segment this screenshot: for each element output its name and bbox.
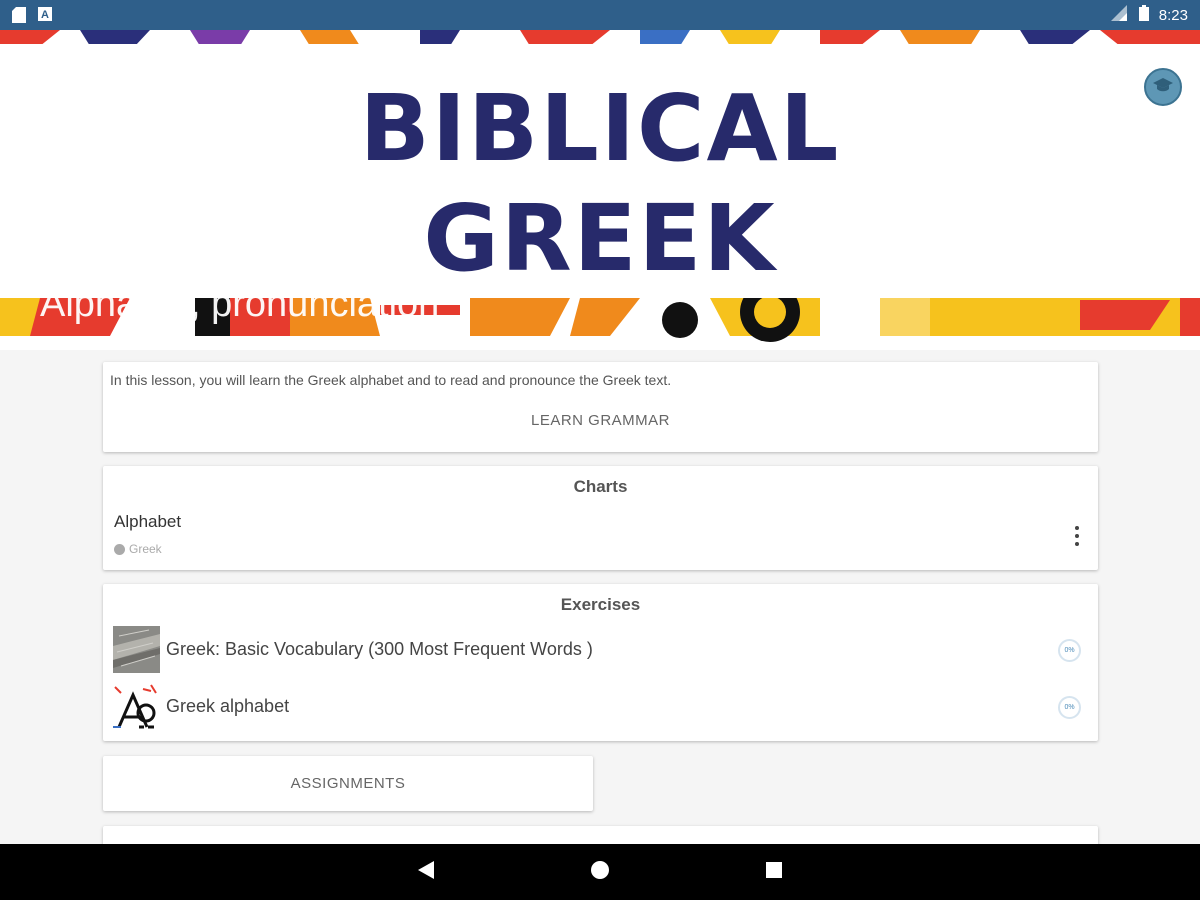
lesson-title: BIBLICAL GREEK [0,74,1200,294]
exercise-label: Greek: Basic Vocabulary (300 Most Freque… [166,639,593,659]
exercises-card: Exercises Greek: Basic Vocabulary (300 M… [103,584,1098,741]
exercise-label: Greek alphabet [166,696,290,716]
vocabulary-thumbnail [113,626,160,673]
progress-indicator: 0% [1058,696,1081,719]
signal-icon [1110,5,1129,25]
lesson-subtitle: Alphabet, pronunciation [40,283,440,325]
exercise-item-vocabulary[interactable]: Greek: Basic Vocabulary (300 Most Freque… [103,626,1098,676]
back-triangle-icon [417,860,435,885]
charts-card: Charts Alphabet Greek [103,466,1098,570]
globe-icon [114,543,125,555]
assignments-label: ASSIGNMENTS [290,775,406,792]
learn-grammar-button[interactable]: LEARN GRAMMAR [103,408,1098,434]
svg-text:A: A [41,9,49,21]
progress-indicator: 0% [1058,639,1081,662]
chart-item-language: Greek [114,542,162,556]
lesson-intro-card: In this lesson, you will learn the Greek… [103,362,1098,452]
app-notification-icon: A [38,7,52,23]
recents-square-icon [765,861,783,884]
system-navigation-bar [0,844,1200,900]
chart-item-language-label: Greek [129,542,162,556]
more-vert-icon [1075,526,1079,530]
graduation-cap-button[interactable] [1144,68,1182,106]
home-circle-icon [590,860,610,885]
status-bar: A 8:23 [0,0,1200,30]
chart-item-title: Alphabet [114,512,182,531]
lesson-title-line-1: BIBLICAL [359,75,841,182]
lesson-title-line-2: GREEK [423,185,777,292]
lesson-description: In this lesson, you will learn the Greek… [110,372,672,388]
lesson-banner: BIBLICAL GREEK Alphabet, pronunciation [0,30,1200,350]
charts-title: Charts [573,477,628,496]
graduation-cap-icon [1152,77,1174,98]
assignments-button[interactable]: ASSIGNMENTS [103,756,593,811]
exercises-title: Exercises [560,595,641,614]
exercise-item-alphabet[interactable]: Greek alphabet 0% [103,683,1098,733]
recents-button[interactable] [762,860,786,884]
battery-icon [1138,5,1149,25]
sd-card-icon [12,7,26,23]
clock: 8:23 [1158,6,1188,24]
more-options-button[interactable] [1067,524,1087,548]
back-button[interactable] [414,860,438,884]
home-button[interactable] [588,860,612,884]
alphabet-thumbnail [113,683,160,730]
